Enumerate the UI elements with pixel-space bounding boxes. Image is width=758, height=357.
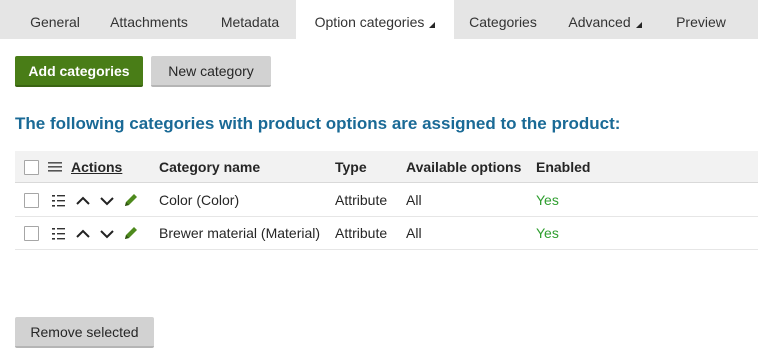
type-cell: Attribute <box>335 192 388 208</box>
tab-preview[interactable]: Preview <box>664 0 738 39</box>
dropdown-caret-icon <box>429 22 436 28</box>
tab-advanced[interactable]: Advanced <box>556 0 654 39</box>
type-cell: Attribute <box>335 225 388 241</box>
column-menu-icon[interactable] <box>47 159 63 175</box>
options-list-icon[interactable] <box>51 193 67 209</box>
add-categories-button[interactable]: Add categories <box>15 56 143 87</box>
section-heading: The following categories with product op… <box>15 114 621 133</box>
edit-pencil-icon[interactable] <box>123 225 139 241</box>
move-down-icon[interactable] <box>99 193 115 209</box>
move-up-icon[interactable] <box>75 226 91 242</box>
tab-label: Metadata <box>220 14 280 30</box>
edit-pencil-icon[interactable] <box>123 192 139 208</box>
category-name-column-header: Category name <box>159 159 261 175</box>
tab-metadata[interactable]: Metadata <box>207 0 293 39</box>
tab-label: Option categories <box>314 14 425 30</box>
select-all-checkbox[interactable] <box>24 160 39 175</box>
row-checkbox[interactable] <box>24 226 39 241</box>
category-name-cell: Brewer material (Material) <box>159 225 321 241</box>
options-list-icon[interactable] <box>51 226 67 242</box>
available-options-cell: All <box>406 225 422 241</box>
move-up-icon[interactable] <box>75 193 91 209</box>
type-column-header: Type <box>335 159 367 175</box>
available-options-cell: All <box>406 192 422 208</box>
tab-label: Categories <box>469 14 537 30</box>
enabled-cell: Yes <box>536 225 559 241</box>
tab-attachments[interactable]: Attachments <box>96 0 202 39</box>
actions-column-header[interactable]: Actions <box>71 151 122 183</box>
category-name-cell: Color (Color) <box>159 192 240 208</box>
dropdown-caret-icon <box>635 22 642 28</box>
remove-selected-button[interactable]: Remove selected <box>15 317 154 348</box>
move-down-icon[interactable] <box>99 226 115 242</box>
new-category-button[interactable]: New category <box>151 56 271 87</box>
tab-general[interactable]: General <box>16 0 94 39</box>
enabled-cell: Yes <box>536 192 559 208</box>
table-row: Color (Color) Attribute All Yes <box>15 184 758 217</box>
table-row: Brewer material (Material) Attribute All… <box>15 217 758 250</box>
tab-option-categories[interactable]: Option categories <box>296 0 454 39</box>
tab-label: Attachments <box>110 14 188 30</box>
tab-categories[interactable]: Categories <box>458 0 548 39</box>
grid-header: Actions Category name Type Available opt… <box>15 151 758 183</box>
tab-bar: General Attachments Metadata Option cate… <box>0 0 758 39</box>
tab-label: General <box>30 14 80 30</box>
row-checkbox[interactable] <box>24 193 39 208</box>
enabled-column-header: Enabled <box>536 159 591 175</box>
tab-label: Advanced <box>568 14 631 30</box>
available-options-column-header: Available options <box>406 159 522 175</box>
tab-label: Preview <box>676 14 726 30</box>
